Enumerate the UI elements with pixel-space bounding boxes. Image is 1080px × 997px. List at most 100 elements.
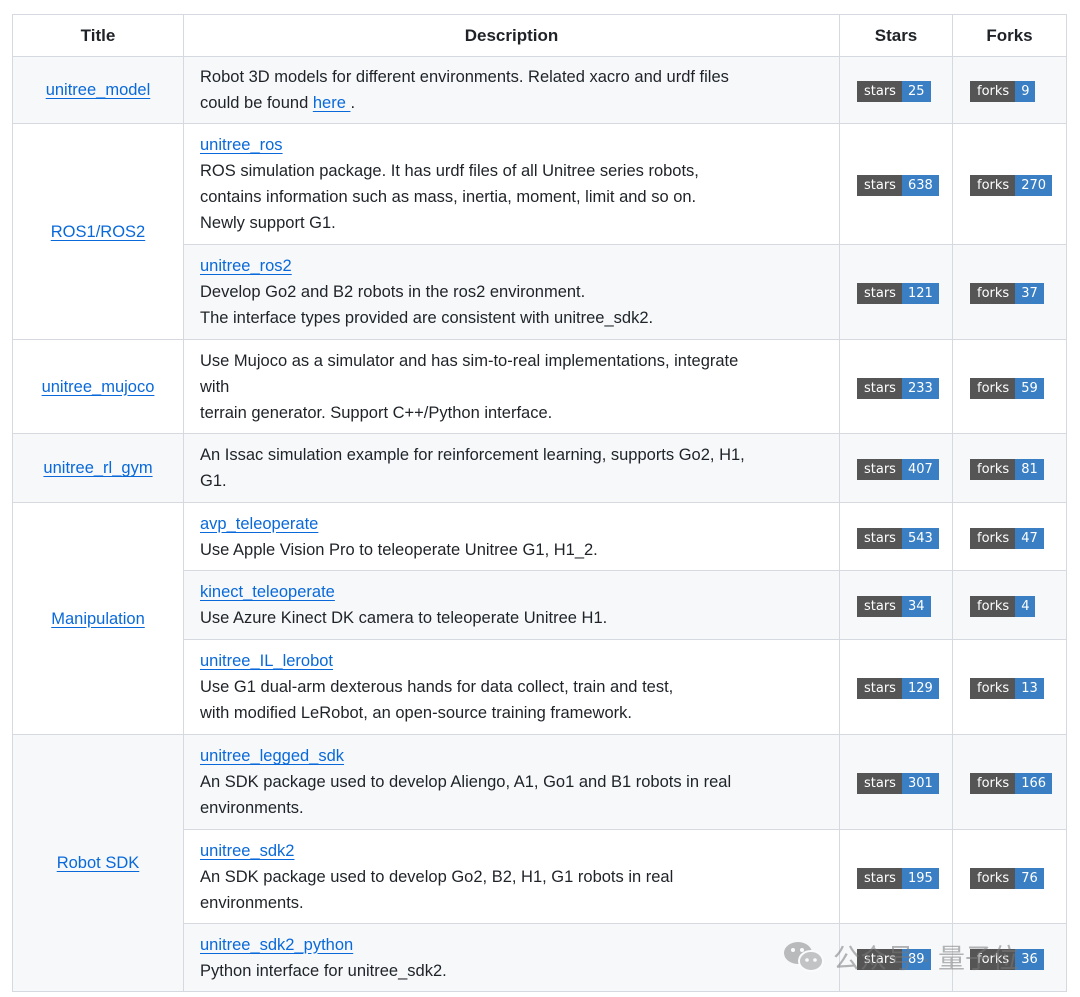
stars-badge-count: 129 bbox=[902, 678, 939, 699]
forks-badge[interactable]: forks166 bbox=[970, 773, 1052, 794]
title-link[interactable]: ROS1/ROS2 bbox=[51, 223, 145, 241]
forks-badge[interactable]: forks4 bbox=[970, 596, 1035, 617]
repo-link[interactable]: kinect_teleoperate bbox=[200, 583, 335, 601]
description-line: G1. bbox=[200, 472, 227, 490]
description-line: Python interface for unitree_sdk2. bbox=[200, 962, 447, 980]
title-cell: Robot SDK bbox=[13, 735, 184, 992]
description-cell: unitree_sdk2 An SDK package used to devel… bbox=[184, 830, 840, 924]
here-link[interactable]: here bbox=[313, 94, 351, 112]
repo-link[interactable]: unitree_ros bbox=[200, 136, 283, 154]
table-row: Manipulationavp_teleoperateUse Apple Vis… bbox=[13, 503, 1067, 571]
stars-badge-label: stars bbox=[857, 868, 902, 889]
forks-badge[interactable]: forks37 bbox=[970, 283, 1044, 304]
description-line: Use G1 dual-arm dexterous hands for data… bbox=[200, 678, 673, 696]
description-cell: An Issac simulation example for reinforc… bbox=[184, 434, 840, 503]
forks-cell: forks13 bbox=[953, 640, 1067, 735]
forks-badge[interactable]: forks9 bbox=[970, 81, 1035, 102]
forks-badge-label: forks bbox=[970, 596, 1015, 617]
title-link[interactable]: unitree_mujoco bbox=[42, 378, 155, 396]
repo-link[interactable]: avp_teleoperate bbox=[200, 515, 318, 533]
stars-cell: stars121 bbox=[840, 245, 953, 340]
stars-badge[interactable]: stars407 bbox=[857, 459, 939, 480]
stars-badge-label: stars bbox=[857, 81, 902, 102]
title-cell: unitree_model bbox=[13, 57, 184, 124]
description-text: could be found bbox=[200, 94, 313, 112]
forks-badge[interactable]: forks13 bbox=[970, 678, 1044, 699]
stars-badge[interactable]: stars301 bbox=[857, 773, 939, 794]
stars-cell: stars89 bbox=[840, 924, 953, 992]
stars-badge-label: stars bbox=[857, 528, 902, 549]
table-row: unitree_model Robot 3D models for differe… bbox=[13, 57, 1067, 124]
forks-cell: forks81 bbox=[953, 434, 1067, 503]
stars-badge[interactable]: stars89 bbox=[857, 949, 931, 970]
forks-badge[interactable]: forks36 bbox=[970, 949, 1044, 970]
title-cell: unitree_rl_gym bbox=[13, 434, 184, 503]
stars-badge[interactable]: stars233 bbox=[857, 378, 939, 399]
description-line: contains information such as mass, inert… bbox=[200, 188, 696, 206]
title-link[interactable]: Manipulation bbox=[51, 610, 145, 628]
description-line: Robot 3D models for different environmen… bbox=[200, 68, 729, 86]
title-link[interactable]: unitree_rl_gym bbox=[43, 459, 152, 477]
description-cell: unitree_legged_sdk An SDK package used to… bbox=[184, 735, 840, 830]
forks-badge-label: forks bbox=[970, 949, 1015, 970]
header-stars: Stars bbox=[840, 15, 953, 57]
stars-badge[interactable]: stars34 bbox=[857, 596, 931, 617]
forks-badge[interactable]: forks76 bbox=[970, 868, 1044, 889]
forks-badge-count: 36 bbox=[1015, 949, 1044, 970]
stars-cell: stars638 bbox=[840, 124, 953, 245]
description-line: with bbox=[200, 378, 229, 396]
description-text: . bbox=[350, 94, 355, 112]
forks-badge[interactable]: forks81 bbox=[970, 459, 1044, 480]
stars-cell: stars25 bbox=[840, 57, 953, 124]
description-line: Develop Go2 and B2 robots in the ros2 en… bbox=[200, 283, 585, 301]
stars-badge-count: 195 bbox=[902, 868, 939, 889]
stars-badge-count: 543 bbox=[902, 528, 939, 549]
forks-cell: forks166 bbox=[953, 735, 1067, 830]
forks-badge-label: forks bbox=[970, 459, 1015, 480]
repo-link[interactable]: unitree_legged_sdk bbox=[200, 747, 344, 765]
stars-badge-label: stars bbox=[857, 678, 902, 699]
stars-badge-count: 121 bbox=[902, 283, 939, 304]
forks-cell: forks4 bbox=[953, 571, 1067, 640]
stars-badge-label: stars bbox=[857, 949, 902, 970]
title-link[interactable]: unitree_model bbox=[46, 81, 151, 99]
description-cell: Use Mujoco as a simulator and has sim-to… bbox=[184, 340, 840, 434]
stars-badge-label: stars bbox=[857, 459, 902, 480]
repo-link[interactable]: unitree_sdk2_python bbox=[200, 936, 353, 954]
title-link[interactable]: Robot SDK bbox=[57, 854, 140, 872]
forks-badge[interactable]: forks270 bbox=[970, 175, 1052, 196]
stars-cell: stars407 bbox=[840, 434, 953, 503]
stars-badge-count: 34 bbox=[902, 596, 931, 617]
description-line: An SDK package used to develop Go2, B2, … bbox=[200, 868, 673, 886]
repo-link[interactable]: unitree_sdk2 bbox=[200, 842, 294, 860]
stars-cell: stars195 bbox=[840, 830, 953, 924]
description-line: The interface types provided are consist… bbox=[200, 309, 653, 327]
stars-cell: stars34 bbox=[840, 571, 953, 640]
description-line: An SDK package used to develop Aliengo, … bbox=[200, 773, 731, 791]
stars-badge[interactable]: stars195 bbox=[857, 868, 939, 889]
repo-link[interactable]: unitree_ros2 bbox=[200, 257, 292, 275]
stars-badge-label: stars bbox=[857, 773, 902, 794]
description-cell: unitree_ros2 Develop Go2 and B2 robots in… bbox=[184, 245, 840, 340]
stars-cell: stars301 bbox=[840, 735, 953, 830]
stars-badge[interactable]: stars129 bbox=[857, 678, 939, 699]
stars-badge[interactable]: stars543 bbox=[857, 528, 939, 549]
repo-table: Title Description Stars Forks unitree_mo… bbox=[12, 14, 1067, 992]
stars-badge[interactable]: stars638 bbox=[857, 175, 939, 196]
stars-badge[interactable]: stars25 bbox=[857, 81, 931, 102]
stars-badge[interactable]: stars121 bbox=[857, 283, 939, 304]
stars-badge-label: stars bbox=[857, 378, 902, 399]
repo-link[interactable]: unitree_IL_lerobot bbox=[200, 652, 333, 670]
forks-badge[interactable]: forks47 bbox=[970, 528, 1044, 549]
stars-cell: stars233 bbox=[840, 340, 953, 434]
forks-badge-count: 166 bbox=[1015, 773, 1052, 794]
forks-badge-count: 76 bbox=[1015, 868, 1044, 889]
stars-badge-count: 25 bbox=[902, 81, 931, 102]
forks-badge[interactable]: forks59 bbox=[970, 378, 1044, 399]
header-forks: Forks bbox=[953, 15, 1067, 57]
forks-cell: forks9 bbox=[953, 57, 1067, 124]
forks-badge-label: forks bbox=[970, 528, 1015, 549]
forks-badge-label: forks bbox=[970, 81, 1015, 102]
description-cell: kinect_teleoperateUse Azure Kinect DK ca… bbox=[184, 571, 840, 640]
header-row: Title Description Stars Forks bbox=[13, 15, 1067, 57]
